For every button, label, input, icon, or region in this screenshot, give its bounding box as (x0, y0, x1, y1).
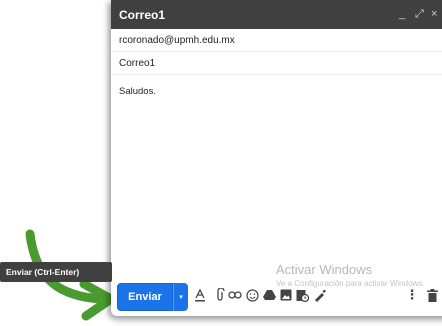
send-button-group: Enviar ▾ (117, 283, 188, 311)
activation-watermark-subtitle: Ve a Configuración para activar Windows. (276, 279, 425, 288)
attach-icon[interactable] (213, 288, 227, 302)
compose-title: Correo1 (119, 8, 166, 22)
expand-icon[interactable]: ⤢ (415, 8, 424, 20)
link-icon[interactable] (228, 288, 242, 302)
send-button[interactable]: Enviar (117, 283, 173, 311)
emoji-icon[interactable] (245, 288, 259, 302)
more-options-icon[interactable]: ⋮ (405, 287, 419, 302)
photo-icon[interactable] (279, 288, 293, 302)
close-icon[interactable]: × (431, 8, 437, 20)
send-tooltip: Enviar (Ctrl-Enter) (0, 262, 112, 282)
signature-icon[interactable] (312, 288, 326, 302)
to-recipient: rcoronado@upmh.edu.mx (119, 35, 235, 46)
trash-icon[interactable] (425, 288, 439, 302)
to-field[interactable]: rcoronado@upmh.edu.mx (111, 29, 442, 52)
compose-titlebar[interactable]: Correo1 _ ⤢ × (111, 0, 442, 29)
subject-value: Correo1 (119, 58, 156, 69)
message-body[interactable]: Saludos. (119, 86, 156, 97)
send-options-button[interactable]: ▾ (173, 283, 188, 311)
minimize-icon[interactable]: _ (399, 8, 405, 20)
formatting-icon[interactable] (193, 288, 207, 302)
drive-icon[interactable] (262, 288, 276, 302)
activation-watermark-title: Activar Windows (276, 262, 373, 277)
subject-field[interactable]: Correo1 (111, 52, 442, 75)
confidential-icon[interactable] (295, 288, 309, 302)
